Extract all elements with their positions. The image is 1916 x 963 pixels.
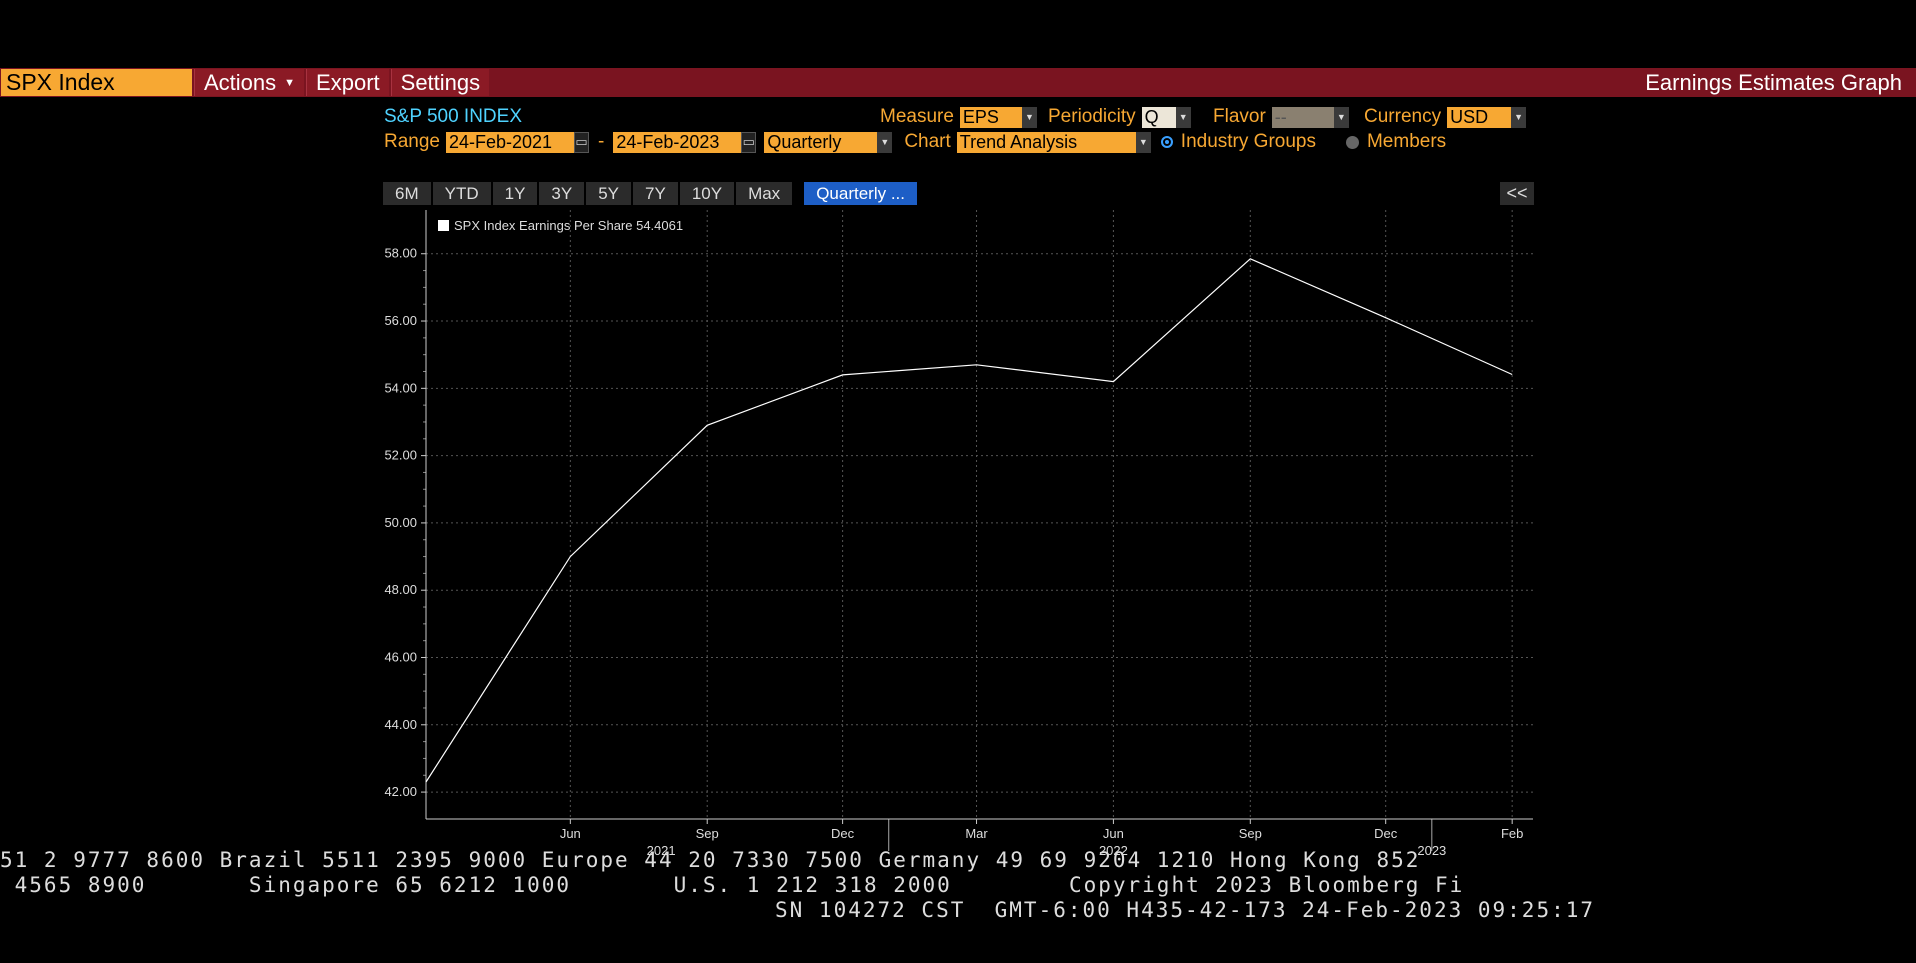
caret-down-icon: ▼ (284, 76, 296, 89)
y-tick-label: 48.00 (384, 582, 417, 597)
chart-legend[interactable]: SPX Index Earnings Per Share 54.4061 (438, 218, 683, 233)
measure-value: EPS (962, 106, 999, 127)
collapse-panel-button[interactable]: << (1500, 182, 1534, 205)
y-tick-label: 52.00 (384, 448, 417, 463)
zoom-1y-button[interactable]: 1Y (492, 182, 538, 205)
periodicity-select[interactable]: Q (1141, 106, 1176, 128)
y-tick-label: 56.00 (384, 313, 417, 328)
x-tick-label: Feb (1501, 826, 1523, 841)
actions-label: Actions (204, 69, 277, 95)
currency-value: USD (1450, 106, 1489, 127)
range-start-input[interactable]: 24-Feb-2021 (446, 131, 574, 153)
calendar-icon[interactable]: ▭ (741, 131, 757, 153)
y-tick-label: 54.00 (384, 380, 417, 395)
measure-group: Measure EPS ▼ (880, 106, 1037, 128)
x-tick-label: Dec (1374, 826, 1398, 841)
x-tick-label: Dec (831, 826, 855, 841)
chevron-down-icon[interactable]: ▼ (1135, 131, 1151, 153)
actions-menu-button[interactable]: Actions ▼ (194, 69, 305, 96)
zoom-ytd-button[interactable]: YTD (432, 182, 491, 205)
chart-type-select[interactable]: Trend Analysis (956, 131, 1136, 153)
legend-swatch (438, 220, 449, 231)
zoom-10y-button[interactable]: 10Y (679, 182, 735, 205)
zoom-3y-button[interactable]: 3Y (539, 182, 585, 205)
eps-series-line (425, 258, 1513, 783)
security-name: S&P 500 INDEX (384, 106, 523, 127)
security-name-row: S&P 500 INDEX (384, 106, 522, 128)
year-label: 2023 (1417, 843, 1446, 858)
chevron-down-icon[interactable]: ▼ (877, 131, 893, 153)
zoom-7y-button[interactable]: 7Y (633, 182, 678, 205)
zoom-quarterly-button[interactable]: Quarterly ... (804, 182, 917, 205)
flavor-value: -- (1274, 106, 1287, 127)
currency-select[interactable]: USD (1447, 106, 1512, 128)
x-tick-label: Jun (560, 826, 581, 841)
flavor-select[interactable]: -- (1271, 106, 1334, 128)
range-start-value: 24-Feb-2021 (449, 131, 553, 152)
session-info-line: SN 104272 CST GMT-6:00 H435-42-173 24-Fe… (775, 898, 1596, 922)
legend-label: SPX Index Earnings Per Share 54.4061 (454, 218, 684, 233)
periodicity-group: Periodicity Q ▼ (1048, 106, 1191, 128)
flavor-label: Flavor (1213, 106, 1266, 127)
zoom-5y-button[interactable]: 5Y (586, 182, 632, 205)
chevron-down-icon[interactable]: ▼ (1333, 106, 1349, 128)
industry-groups-label: Industry Groups (1180, 131, 1316, 152)
y-tick-label: 44.00 (384, 717, 417, 732)
function-title: Earnings Estimates Graph (1645, 69, 1902, 95)
zoom-toolbar: 6M YTD 1Y 3Y 5Y 7Y 10Y Max Quarterly ... (383, 182, 919, 205)
periodicity-label: Periodicity (1048, 106, 1136, 127)
range-end-input[interactable]: 24-Feb-2023 (613, 131, 742, 153)
zoom-6m-button[interactable]: 6M (383, 182, 431, 205)
y-tick-label: 58.00 (384, 246, 417, 261)
range-separator: - (598, 131, 605, 152)
security-ticker-input[interactable]: SPX Index (1, 69, 192, 96)
contact-line-2: 4565 8900 Singapore 65 6212 1000 U.S. 1 … (0, 873, 1465, 897)
members-label: Members (1366, 131, 1447, 152)
y-tick-label: 46.00 (384, 649, 417, 664)
zoom-max-button[interactable]: Max (736, 182, 793, 205)
chevron-down-icon[interactable]: ▼ (1175, 106, 1191, 128)
industry-groups-radio[interactable] (1160, 136, 1173, 148)
chart-type-value: Trend Analysis (959, 131, 1078, 152)
range-period-value: Quarterly (767, 131, 842, 152)
currency-group: Currency USD ▼ (1364, 106, 1527, 128)
x-tick-label: Jun (1103, 826, 1124, 841)
chevron-down-icon[interactable]: ▼ (1021, 106, 1037, 128)
range-end-value: 24-Feb-2023 (616, 131, 720, 152)
currency-label: Currency (1364, 106, 1442, 127)
range-period-select[interactable]: Quarterly (764, 131, 878, 153)
contact-line-1: 51 2 9777 8600 Brazil 5511 2395 9000 Eur… (0, 848, 1421, 872)
command-bar: SPX Index Actions ▼ Export Settings Earn… (0, 68, 1916, 97)
x-tick-label: Sep (696, 826, 719, 841)
y-tick-label: 50.00 (384, 515, 417, 530)
range-group: Range 24-Feb-2021 ▭ - 24-Feb-2023 ▭ Quarte… (384, 131, 1446, 153)
range-label: Range (384, 131, 440, 152)
measure-select[interactable]: EPS (959, 106, 1022, 128)
x-tick-label: Sep (1239, 826, 1262, 841)
flavor-group: Flavor -- ▼ (1213, 106, 1349, 128)
y-tick-label: 42.00 (384, 784, 417, 799)
members-radio[interactable] (1345, 135, 1359, 149)
x-tick-label: Mar (965, 826, 988, 841)
settings-menu-button[interactable]: Settings (390, 69, 490, 96)
calendar-icon[interactable]: ▭ (574, 131, 589, 153)
export-menu-button[interactable]: Export (306, 69, 389, 96)
eps-line-chart[interactable]: 42.00 44.00 46.00 48.00 50.00 52.00 54.00 56.00… (370, 205, 1540, 860)
chevron-down-icon[interactable]: ▼ (1511, 106, 1527, 128)
periodicity-value: Q (1144, 106, 1159, 127)
measure-label: Measure (880, 106, 954, 127)
chart-label: Chart (904, 131, 951, 152)
